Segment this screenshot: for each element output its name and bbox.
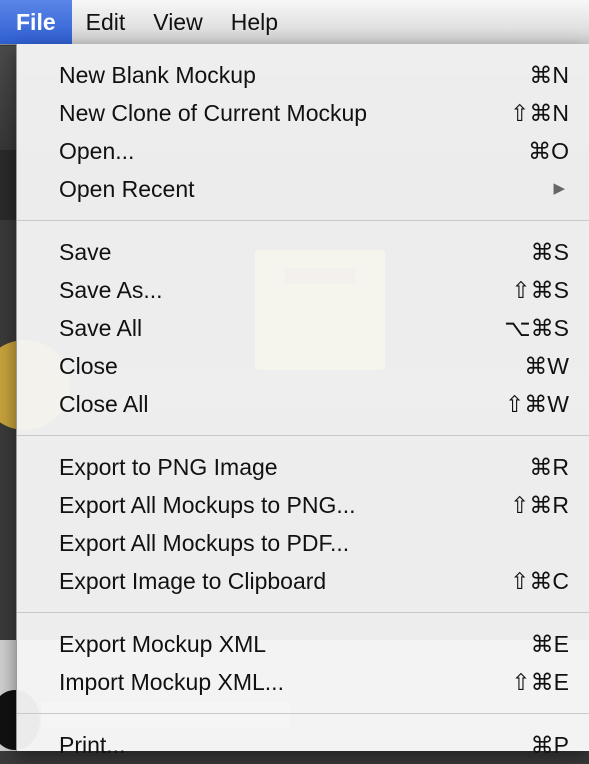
menu-separator [17, 435, 589, 436]
menu-item-save-as[interactable]: Save As... ⇧⌘S [17, 271, 589, 309]
file-menu-dropdown: New Blank Mockup ⌘N New Clone of Current… [16, 44, 589, 758]
menu-item-label: Close All [59, 391, 149, 417]
menu-file[interactable]: File [0, 0, 72, 44]
menu-item-label: Save [59, 239, 112, 265]
menu-separator [17, 713, 589, 714]
menu-item-import-xml[interactable]: Import Mockup XML... ⇧⌘E [17, 663, 589, 701]
menu-item-open[interactable]: Open... ⌘O [17, 132, 589, 170]
menu-item-label: Export to PNG Image [59, 454, 278, 480]
menu-item-shortcut: ⇧⌘C [510, 568, 569, 594]
menu-item-label: Export Image to Clipboard [59, 568, 327, 594]
menu-item-export-xml[interactable]: Export Mockup XML ⌘E [17, 625, 589, 663]
menu-item-save-all[interactable]: Save All ⌥⌘S [17, 309, 589, 347]
menu-item-shortcut: ⌘P [530, 732, 569, 758]
menu-item-shortcut: ⇧⌘R [510, 492, 569, 518]
menu-item-shortcut: ⌘N [529, 62, 569, 88]
menu-item-label: Export All Mockups to PNG... [59, 492, 356, 518]
menu-separator [17, 220, 589, 221]
menu-item-print[interactable]: Print... ⌘P [17, 726, 589, 764]
menu-item-save[interactable]: Save ⌘S [17, 233, 589, 271]
menu-item-shortcut: ⌘E [530, 631, 569, 657]
menu-item-shortcut: ⌘R [529, 454, 569, 480]
menu-item-label: New Blank Mockup [59, 62, 256, 88]
menu-item-export-all-png[interactable]: Export All Mockups to PNG... ⇧⌘R [17, 486, 589, 524]
menu-edit[interactable]: Edit [72, 0, 140, 44]
menu-item-shortcut: ⇧⌘W [505, 391, 569, 417]
menu-item-shortcut: ⌘S [530, 239, 569, 265]
menu-item-label: Close [59, 353, 118, 379]
menu-item-shortcut: ⌥⌘S [504, 315, 569, 341]
menu-item-label: New Clone of Current Mockup [59, 100, 368, 126]
menu-item-label: Save All [59, 315, 143, 341]
menu-item-export-png[interactable]: Export to PNG Image ⌘R [17, 448, 589, 486]
menu-item-new-blank-mockup[interactable]: New Blank Mockup ⌘N [17, 56, 589, 94]
menu-item-label: Save As... [59, 277, 163, 303]
menu-item-shortcut: ⌘W [524, 353, 569, 379]
menu-item-label: Export All Mockups to PDF... [59, 530, 350, 556]
menu-item-open-recent[interactable]: Open Recent ▶ [17, 170, 589, 208]
submenu-arrow-icon: ▶ [553, 180, 565, 197]
menu-item-shortcut: ⇧⌘E [511, 669, 569, 695]
menu-item-label: Import Mockup XML... [59, 669, 284, 695]
menu-item-close-all[interactable]: Close All ⇧⌘W [17, 385, 589, 423]
menu-item-shortcut: ⇧⌘S [511, 277, 569, 303]
menu-item-label: Export Mockup XML [59, 631, 267, 657]
menu-item-label: Open... [59, 138, 135, 164]
menu-view[interactable]: View [139, 0, 216, 44]
menu-separator [17, 612, 589, 613]
menu-bar: File Edit View Help [0, 0, 589, 45]
menu-item-export-all-pdf[interactable]: Export All Mockups to PDF... [17, 524, 589, 562]
menu-item-shortcut: ⌘O [528, 138, 569, 164]
menu-item-close[interactable]: Close ⌘W [17, 347, 589, 385]
menu-item-shortcut: ⇧⌘N [510, 100, 569, 126]
menu-item-label: Open Recent [59, 176, 195, 202]
menu-item-export-clipboard[interactable]: Export Image to Clipboard ⇧⌘C [17, 562, 589, 600]
menu-item-new-clone[interactable]: New Clone of Current Mockup ⇧⌘N [17, 94, 589, 132]
menu-help[interactable]: Help [217, 0, 292, 44]
menu-item-label: Print... [59, 732, 126, 758]
